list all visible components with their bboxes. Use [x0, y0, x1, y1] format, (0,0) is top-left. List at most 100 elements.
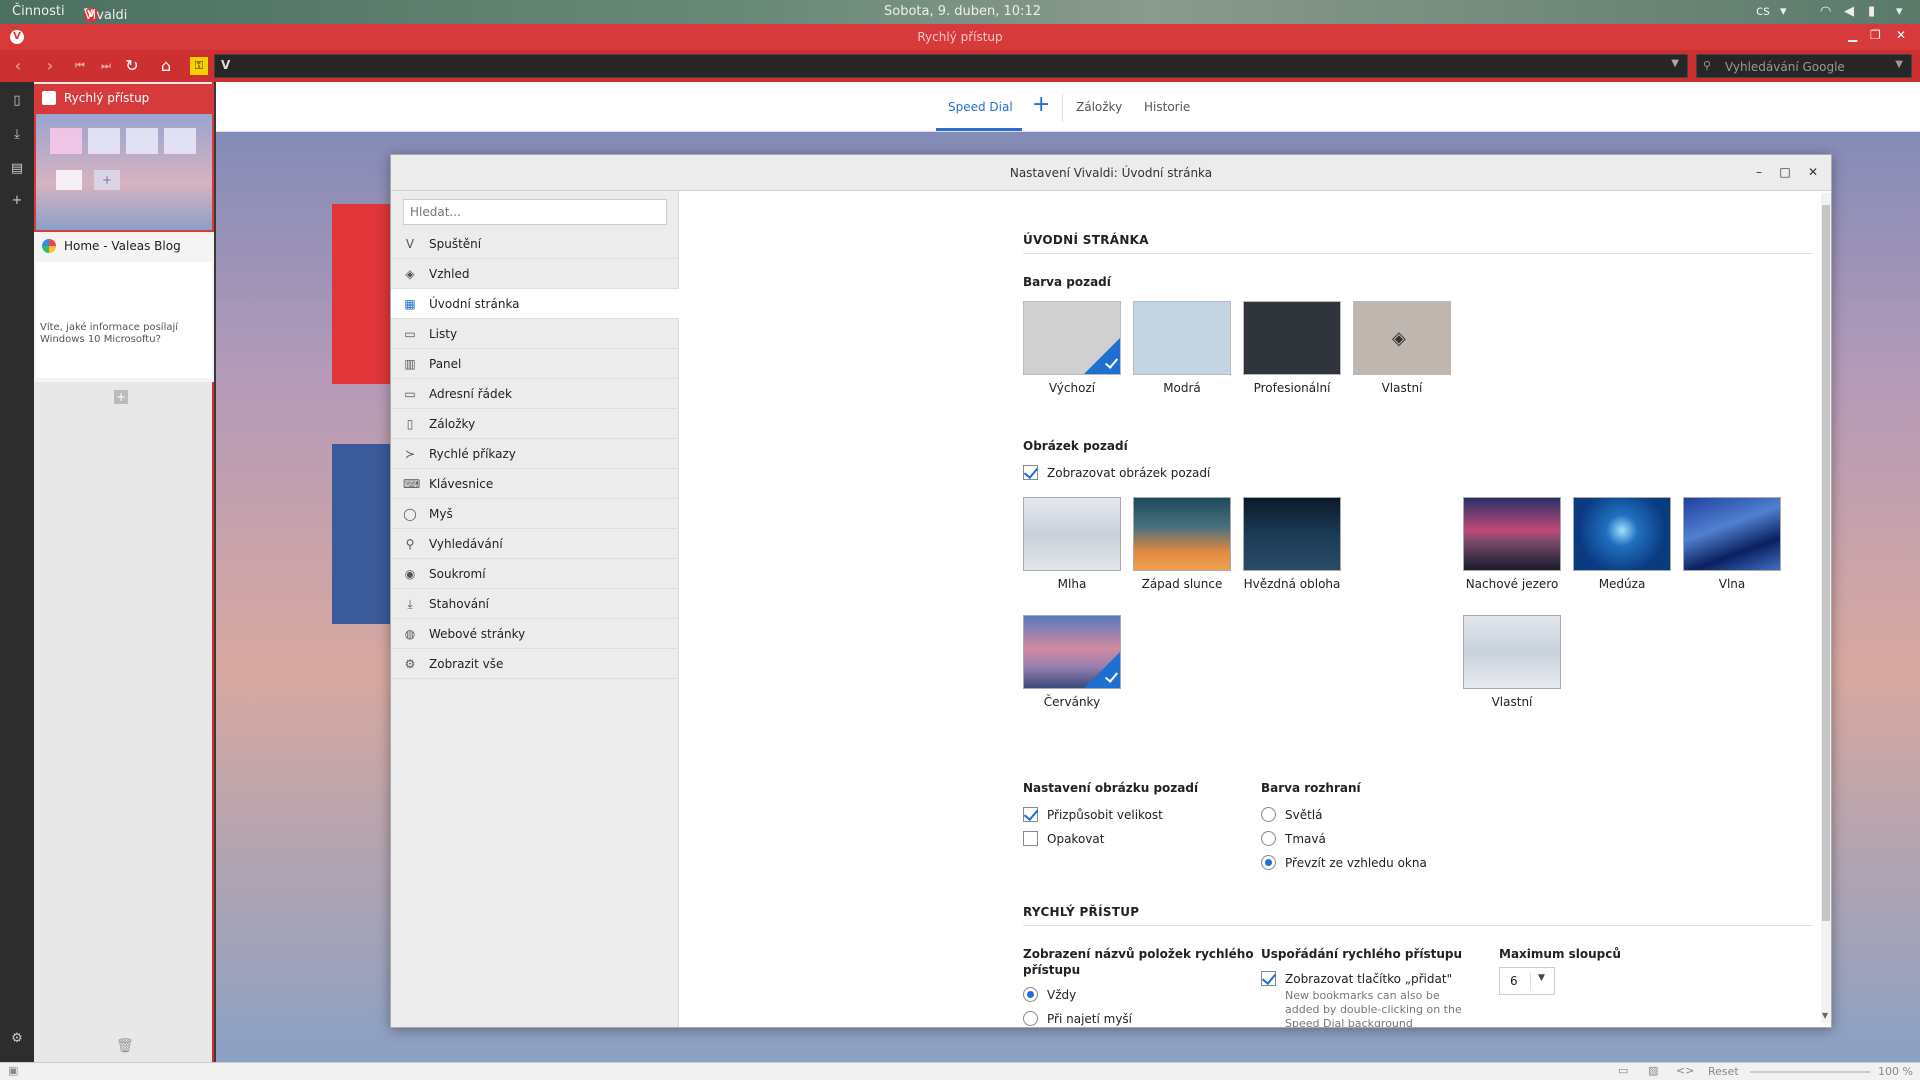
- sidebar-item[interactable]: ◯ Myš: [391, 499, 679, 529]
- ui-color-radio[interactable]: [1261, 807, 1276, 822]
- zoom-slider[interactable]: [1750, 1071, 1870, 1073]
- bg-color-swatch[interactable]: [1133, 301, 1231, 375]
- trash-icon[interactable]: 🗑: [116, 1038, 134, 1054]
- notes-panel-icon[interactable]: ▤: [8, 160, 26, 178]
- sidebar-item[interactable]: ⚲ Vyhledávání: [391, 529, 679, 559]
- sidebar-item[interactable]: ▥ Panel: [391, 349, 679, 379]
- tab-valeas-blog[interactable]: Home - Valeas Blog Víte, jaké informace …: [34, 232, 214, 382]
- fit-size-checkbox[interactable]: [1023, 807, 1038, 822]
- sidebar-item[interactable]: ◉ Soukromí: [391, 559, 679, 589]
- reload-icon[interactable]: ↻: [122, 56, 142, 76]
- rewind-icon[interactable]: ⏮: [70, 56, 90, 76]
- fast-forward-icon[interactable]: ⏭: [96, 56, 116, 76]
- navigation-bar: ‹ › ⏮ ⏭ ↻ ⌂ ⚿ V ▼ ⚲ Vyhledávání Google ▼: [0, 50, 1920, 82]
- bg-image-thumbnail[interactable]: [1243, 497, 1341, 571]
- search-field[interactable]: ⚲ Vyhledávání Google ▼: [1696, 54, 1912, 78]
- titles-display-radio[interactable]: [1023, 987, 1038, 1002]
- settings-scrollbar[interactable]: ▼: [1821, 193, 1831, 1023]
- show-add-button-checkbox[interactable]: [1261, 971, 1276, 986]
- sidebar-item-label: Záložky: [429, 417, 476, 431]
- tab-thumbnail: Víte, jaké informace posílají Windows 10…: [36, 262, 212, 378]
- sidebar-item[interactable]: ▦ Úvodní stránka: [391, 289, 679, 319]
- add-speed-dial-icon[interactable]: +: [1032, 92, 1050, 117]
- volume-icon[interactable]: ◀: [1844, 4, 1854, 19]
- bg-color-swatch[interactable]: ◈: [1353, 301, 1451, 375]
- page-tiling-icon[interactable]: ▭: [1618, 1064, 1628, 1077]
- chevron-down-icon[interactable]: ▾: [1896, 4, 1903, 19]
- bg-color-label: Modrá: [1163, 381, 1201, 395]
- bg-image-thumbnail[interactable]: [1023, 497, 1121, 571]
- tab-speed-dial[interactable]: Speed Dial: [948, 100, 1013, 114]
- titles-display-label: Při najetí myší: [1047, 1012, 1133, 1026]
- bg-color-swatch[interactable]: [1023, 301, 1121, 375]
- restore-icon[interactable]: ❐: [1870, 28, 1881, 42]
- show-bg-image-checkbox[interactable]: [1023, 465, 1038, 480]
- max-columns-select[interactable]: 6 ▼: [1499, 967, 1555, 995]
- chevron-down-icon[interactable]: ▼: [1895, 59, 1903, 70]
- sidebar-item[interactable]: ▯ Záložky: [391, 409, 679, 439]
- sidebar-item[interactable]: ◈ Vzhled: [391, 259, 679, 289]
- speed-dial-tile[interactable]: [332, 204, 392, 384]
- sidebar-item[interactable]: ⤓ Stahování: [391, 589, 679, 619]
- bg-image-thumbnail[interactable]: [1023, 615, 1121, 689]
- bookmarks-panel-icon[interactable]: ▯: [8, 92, 26, 110]
- scrollbar-thumb[interactable]: [1822, 205, 1830, 921]
- address-bar[interactable]: V ▼: [214, 54, 1688, 78]
- titles-display-radio[interactable]: [1023, 1011, 1038, 1026]
- sidebar-item[interactable]: V Spuštění: [391, 229, 679, 259]
- system-clock[interactable]: Sobota, 9. duben, 10:12: [884, 4, 1041, 19]
- battery-icon[interactable]: ▮: [1868, 4, 1875, 19]
- zoom-reset-button[interactable]: Reset: [1708, 1065, 1739, 1078]
- sidebar-item[interactable]: ▭ Adresní řádek: [391, 379, 679, 409]
- tab-speed-dial[interactable]: Rychlý přístup +: [34, 84, 214, 232]
- bg-image-thumbnail[interactable]: [1683, 497, 1781, 571]
- sidebar-item[interactable]: ⌨ Klávesnice: [391, 469, 679, 499]
- home-icon[interactable]: ⌂: [156, 56, 176, 76]
- bg-image-label: Hvězdná obloha: [1243, 577, 1341, 591]
- sidebar-item[interactable]: ⚙ Zobrazit vše: [391, 649, 679, 679]
- chevron-down-icon[interactable]: ▼: [1671, 58, 1679, 69]
- maximize-icon[interactable]: □: [1775, 163, 1795, 181]
- forward-icon[interactable]: ›: [40, 56, 60, 76]
- app-menu-button[interactable]: V Vivaldi ▾: [84, 4, 127, 23]
- repeat-checkbox[interactable]: [1023, 831, 1038, 846]
- window-title-bar: V Rychlý přístup ▁ ❐ ✕: [0, 24, 1920, 50]
- vivaldi-icon: V: [405, 237, 415, 251]
- close-icon[interactable]: ✕: [1896, 28, 1906, 42]
- activities-button[interactable]: Činnosti: [12, 4, 65, 19]
- image-toggle-icon[interactable]: ▨: [1648, 1064, 1658, 1077]
- sidebar-item[interactable]: ≻ Rychlé příkazy: [391, 439, 679, 469]
- page-actions-icon[interactable]: <>: [1676, 1064, 1694, 1077]
- bg-image-thumbnail[interactable]: [1463, 497, 1561, 571]
- bg-image-thumbnail[interactable]: [1463, 615, 1561, 689]
- language-indicator[interactable]: cs: [1756, 4, 1770, 19]
- downloads-panel-icon[interactable]: ⤓: [8, 126, 26, 144]
- sidebar-item[interactable]: ◍ Webové stránky: [391, 619, 679, 649]
- bg-image-thumbnail[interactable]: [1573, 497, 1671, 571]
- ui-color-radio[interactable]: [1261, 855, 1276, 870]
- bg-color-swatch[interactable]: [1243, 301, 1341, 375]
- panel-toggle-icon[interactable]: ▣: [8, 1064, 18, 1077]
- wifi-icon[interactable]: ◠: [1820, 4, 1831, 19]
- settings-gear-icon[interactable]: ⚙: [8, 1030, 26, 1048]
- minimize-icon[interactable]: ▁: [1848, 28, 1857, 42]
- sidebar-item-label: Vyhledávání: [429, 537, 503, 551]
- bg-image-thumbnail[interactable]: [1133, 497, 1231, 571]
- tab-history[interactable]: Historie: [1144, 100, 1190, 114]
- ui-color-radio[interactable]: [1261, 831, 1276, 846]
- key-icon[interactable]: ⚿: [190, 57, 208, 75]
- sidebar-item[interactable]: ▭ Listy: [391, 319, 679, 349]
- add-panel-icon[interactable]: +: [8, 192, 26, 210]
- back-icon[interactable]: ‹: [8, 56, 28, 76]
- preview-text: Windows 10 Microsoftu?: [40, 334, 161, 345]
- settings-search-input[interactable]: [403, 199, 667, 225]
- speed-dial-tile[interactable]: [332, 444, 392, 624]
- close-icon[interactable]: ✕: [1803, 163, 1823, 181]
- bg-image-title: Obrázek pozadí: [1023, 439, 1128, 453]
- tab-bookmarks[interactable]: Záložky: [1076, 100, 1122, 114]
- scroll-down-icon[interactable]: ▼: [1822, 1011, 1828, 1020]
- add-tab-icon[interactable]: +: [114, 390, 128, 404]
- sidebar-item-label: Myš: [429, 507, 453, 521]
- minimize-icon[interactable]: –: [1749, 163, 1769, 181]
- bg-image-label: Vlna: [1718, 577, 1746, 591]
